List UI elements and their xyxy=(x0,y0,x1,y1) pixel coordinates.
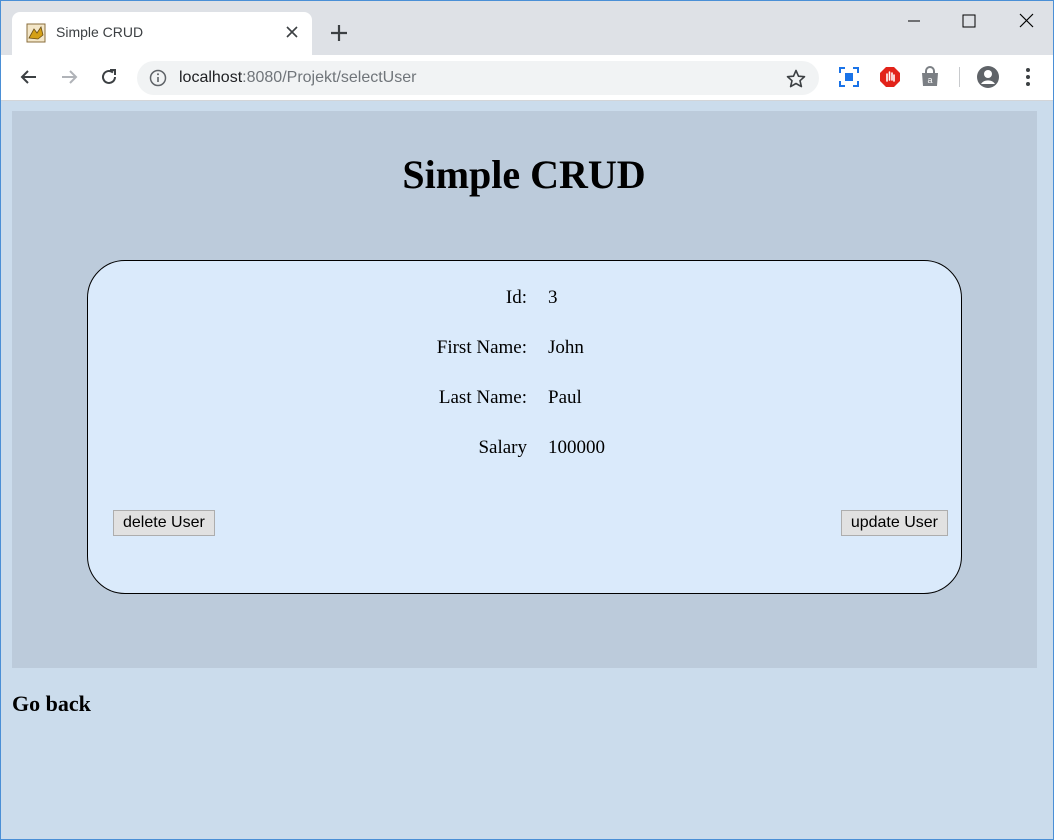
browser-window: Simple CRUD localhost:8080/Projekt/selec… xyxy=(0,0,1054,840)
field-value: Paul xyxy=(548,387,582,408)
address-bar[interactable]: localhost:8080/Projekt/selectUser xyxy=(137,61,819,95)
browser-tab[interactable]: Simple CRUD xyxy=(12,12,312,55)
bookmark-star-icon[interactable] xyxy=(785,68,807,90)
close-tab-icon[interactable] xyxy=(282,22,302,42)
svg-text:a: a xyxy=(927,75,932,85)
back-arrow-icon[interactable] xyxy=(17,65,41,89)
field-label: Id: xyxy=(505,287,527,308)
menu-kebab-icon[interactable] xyxy=(1016,65,1040,89)
info-icon[interactable] xyxy=(149,69,167,87)
profile-avatar-icon[interactable] xyxy=(976,65,1000,89)
field-row-first-name: First Name: John xyxy=(88,337,961,361)
toolbar-separator xyxy=(959,67,960,87)
reload-icon[interactable] xyxy=(97,65,121,89)
field-value: 100000 xyxy=(548,437,605,458)
screen-capture-extension-icon[interactable] xyxy=(837,65,861,89)
go-back-link[interactable]: Go back xyxy=(12,691,91,717)
url-text[interactable]: localhost:8080/Projekt/selectUser xyxy=(179,69,416,87)
update-user-button[interactable]: update User xyxy=(840,510,948,536)
adblock-extension-icon[interactable] xyxy=(878,65,902,89)
tab-title: Simple CRUD xyxy=(56,24,144,40)
shopping-bag-extension-icon[interactable]: a xyxy=(918,65,942,89)
field-row-id: Id: 3 xyxy=(88,287,961,311)
field-value: 3 xyxy=(548,287,558,308)
field-row-salary: Salary 100000 xyxy=(88,437,961,461)
tab-strip: Simple CRUD xyxy=(1,1,1053,55)
user-details-card: Id: 3 First Name: John Last Name: Paul S… xyxy=(87,260,962,594)
field-label: First Name: xyxy=(436,337,527,358)
field-label: Salary xyxy=(478,437,527,458)
maximize-icon[interactable] xyxy=(946,9,992,33)
tomcat-favicon-icon xyxy=(26,23,46,43)
minimize-icon[interactable] xyxy=(891,9,937,33)
new-tab-icon[interactable] xyxy=(327,21,351,45)
field-value: John xyxy=(548,337,584,358)
delete-user-button[interactable]: delete User xyxy=(113,510,215,536)
forward-arrow-icon[interactable] xyxy=(57,65,81,89)
close-window-icon[interactable] xyxy=(1003,9,1049,33)
field-label: Last Name: xyxy=(438,387,527,408)
browser-toolbar: localhost:8080/Projekt/selectUser a xyxy=(1,55,1053,101)
field-row-last-name: Last Name: Paul xyxy=(88,387,961,411)
page-title: Simple CRUD xyxy=(402,152,646,197)
